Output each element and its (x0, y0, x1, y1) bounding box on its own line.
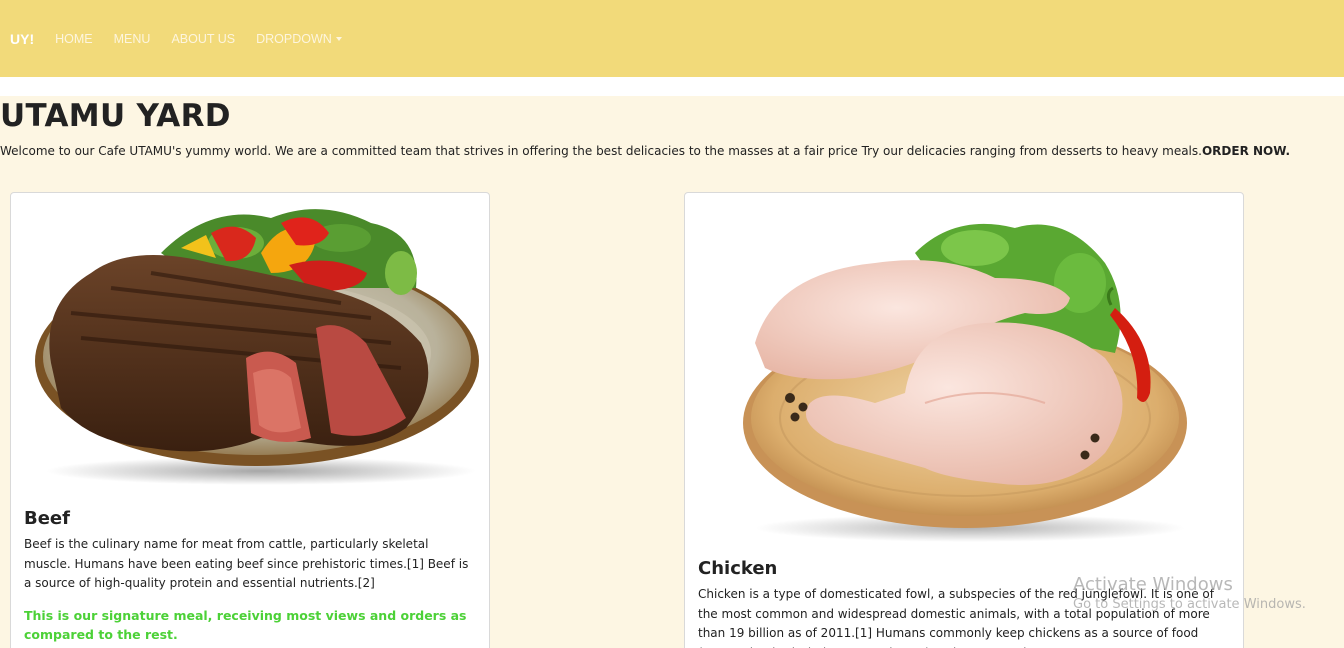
signature-note: This is our signature meal, receiving mo… (24, 608, 467, 642)
navbar: UY! HOME MENU ABOUT US DROPDOWN (0, 0, 1344, 77)
nav-dropdown-label: DROPDOWN (256, 31, 332, 46)
beef-plate-image (35, 209, 479, 485)
card-title-beef: Beef (24, 508, 70, 529)
card-title-chicken: Chicken (698, 558, 778, 579)
card-text-chicken: Chicken is a type of domesticated fowl, … (698, 587, 1214, 648)
menu-card-beef: Beef Beef is the culinary name for meat … (10, 192, 490, 648)
nav-link-home[interactable]: HOME (55, 32, 93, 46)
menu-card-chicken: Chicken Chicken is a type of domesticate… (684, 192, 1244, 648)
card-text-beef: Beef is the culinary name for meat from … (24, 537, 469, 590)
nav-link-menu[interactable]: MENU (114, 32, 151, 46)
page-title: UTAMU YARD (0, 98, 231, 134)
brand-logo[interactable]: UY! (10, 31, 34, 47)
header-spacer (0, 77, 1344, 96)
intro-text: Welcome to our Cafe UTAMU's yummy world.… (0, 144, 1290, 158)
nav-link-about-us[interactable]: ABOUT US (171, 32, 235, 46)
intro-body: Welcome to our Cafe UTAMU's yummy world.… (0, 144, 1202, 158)
caret-down-icon (335, 36, 342, 41)
nav-dropdown-toggle[interactable]: DROPDOWN (256, 32, 342, 46)
chicken-board-image (743, 223, 1187, 542)
order-now-text: ORDER NOW. (1201, 144, 1291, 158)
